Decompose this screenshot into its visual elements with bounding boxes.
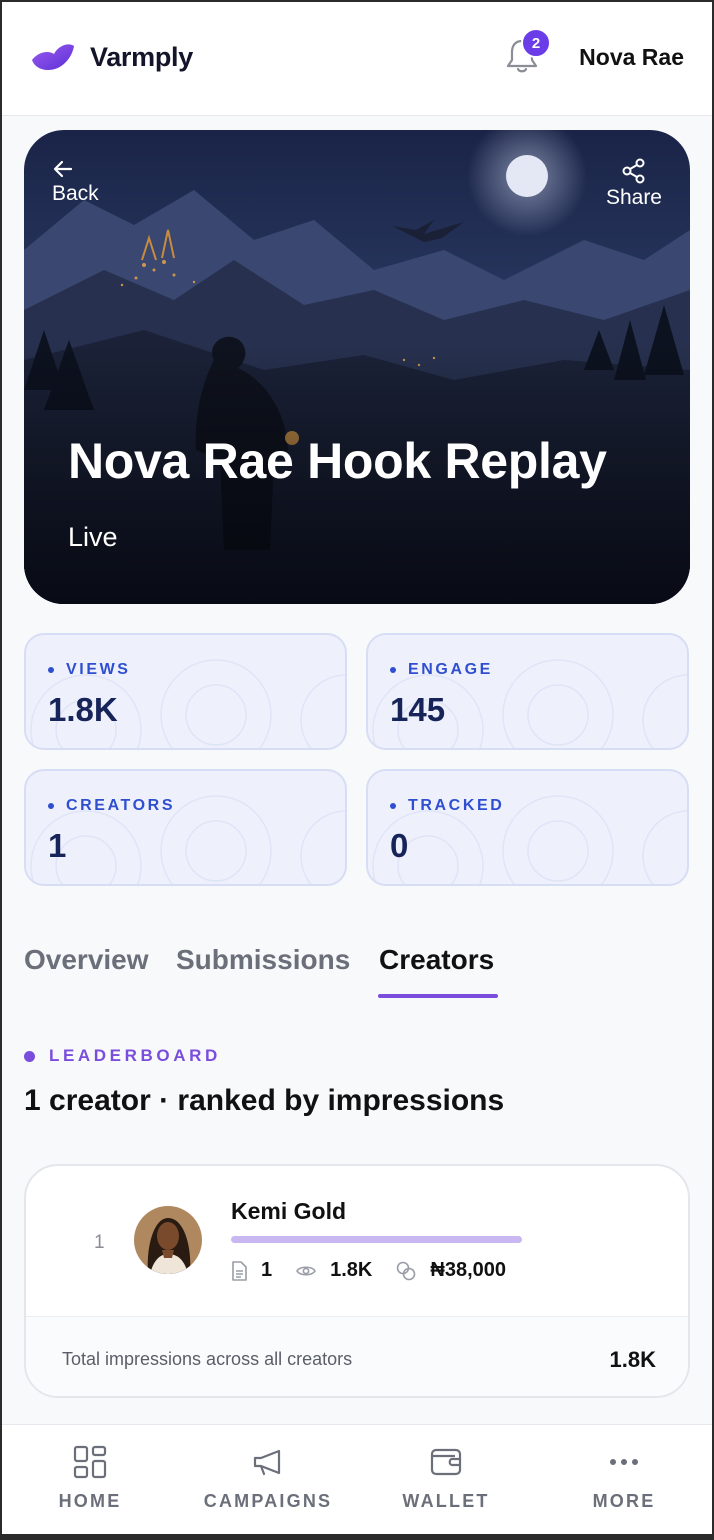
bullet-dot <box>390 803 396 809</box>
bullet-dot <box>48 803 54 809</box>
leaderboard-footer: Total impressions across all creators 1.… <box>26 1316 688 1396</box>
notification-badge: 2 <box>521 28 551 58</box>
nav-campaigns[interactable]: CAMPAIGNS <box>188 1445 348 1512</box>
arrow-left-icon <box>53 160 73 178</box>
stat-label: CREATORS <box>48 797 175 815</box>
user-name[interactable]: Nova Rae <box>579 44 684 71</box>
creator-name: Kemi Gold <box>231 1198 347 1224</box>
stat-card-views: VIEWS 1.8K <box>24 633 347 750</box>
creator-metrics: 1 1.8K ₦38,000 <box>231 1259 530 1282</box>
nav-wallet[interactable]: WALLET <box>366 1445 526 1512</box>
grid-icon <box>73 1445 107 1479</box>
nav-label: MORE <box>592 1491 656 1511</box>
app-header: Varmply 2 Nova Rae <box>0 0 714 116</box>
total-impressions-label: Total impressions across all creators <box>62 1349 353 1369</box>
megaphone-icon <box>253 1449 281 1476</box>
tab-submissions[interactable]: Submissions <box>176 944 350 976</box>
total-impressions-value: 1.8K <box>609 1347 656 1372</box>
back-label: Back <box>52 182 99 205</box>
back-button[interactable]: Back <box>52 158 99 206</box>
section-label: LEADERBOARD <box>24 1046 221 1066</box>
stat-value: 1 <box>48 827 67 864</box>
eye-icon <box>296 1265 317 1276</box>
stat-value: 0 <box>390 827 409 864</box>
campaign-hero: Back Share Nova Rae Hook Replay Live <box>24 130 690 604</box>
nav-home[interactable]: HOME <box>10 1445 170 1512</box>
stat-card-creators: CREATORS 1 <box>24 769 347 886</box>
share-label: Share <box>605 186 662 209</box>
active-tab-indicator <box>378 994 498 998</box>
stat-value: 1.8K <box>48 691 118 728</box>
nav-label: CAMPAIGNS <box>203 1491 333 1511</box>
campaign-status: Live <box>68 522 118 552</box>
stat-label: TRACKED <box>390 797 504 815</box>
varmply-logo-icon <box>32 44 74 70</box>
rings-pattern <box>372 795 687 884</box>
hero-image <box>24 130 690 604</box>
tab-creators[interactable]: Creators <box>379 944 494 976</box>
bullet-dot <box>390 667 396 673</box>
stat-card-engage: ENGAGE 145 <box>366 633 689 750</box>
nav-label: HOME <box>58 1491 122 1511</box>
share-icon <box>622 158 645 184</box>
rings-pattern <box>30 795 345 884</box>
leaderboard-card: 1 Kemi Gold 1 1.8K ₦38,000 Total impress… <box>24 1164 690 1398</box>
stat-card-tracked: TRACKED 0 <box>366 769 689 886</box>
stat-label: ENGAGE <box>390 661 493 679</box>
impressions-metric: 1.8K <box>296 1259 372 1282</box>
share-button[interactable]: Share <box>606 158 662 210</box>
document-icon <box>232 1260 247 1281</box>
nav-label: WALLET <box>402 1491 490 1511</box>
stat-value: 145 <box>390 691 446 728</box>
more-dots-icon <box>610 1459 638 1465</box>
bullet-dot <box>48 667 54 673</box>
nav-more[interactable]: MORE <box>544 1445 704 1512</box>
impressions-bar <box>231 1236 522 1243</box>
tab-overview[interactable]: Overview <box>24 944 149 976</box>
bullet-dot <box>24 1050 35 1062</box>
wallet-icon <box>430 1448 462 1476</box>
campaign-title: Nova Rae Hook Replay <box>68 433 607 489</box>
earnings-metric: ₦38,000 <box>396 1259 506 1282</box>
leaderboard-heading: 1 creator · ranked by impressions <box>24 1084 505 1117</box>
bottom-navigation: HOME CAMPAIGNS WALLET MORE <box>0 1424 714 1540</box>
avatar <box>134 1206 202 1274</box>
brand-name: Varmply <box>90 42 193 72</box>
submissions-metric: 1 <box>231 1259 272 1282</box>
coins-icon <box>397 1261 416 1280</box>
creator-rank: 1 <box>94 1232 105 1253</box>
stat-label: VIEWS <box>48 661 131 679</box>
